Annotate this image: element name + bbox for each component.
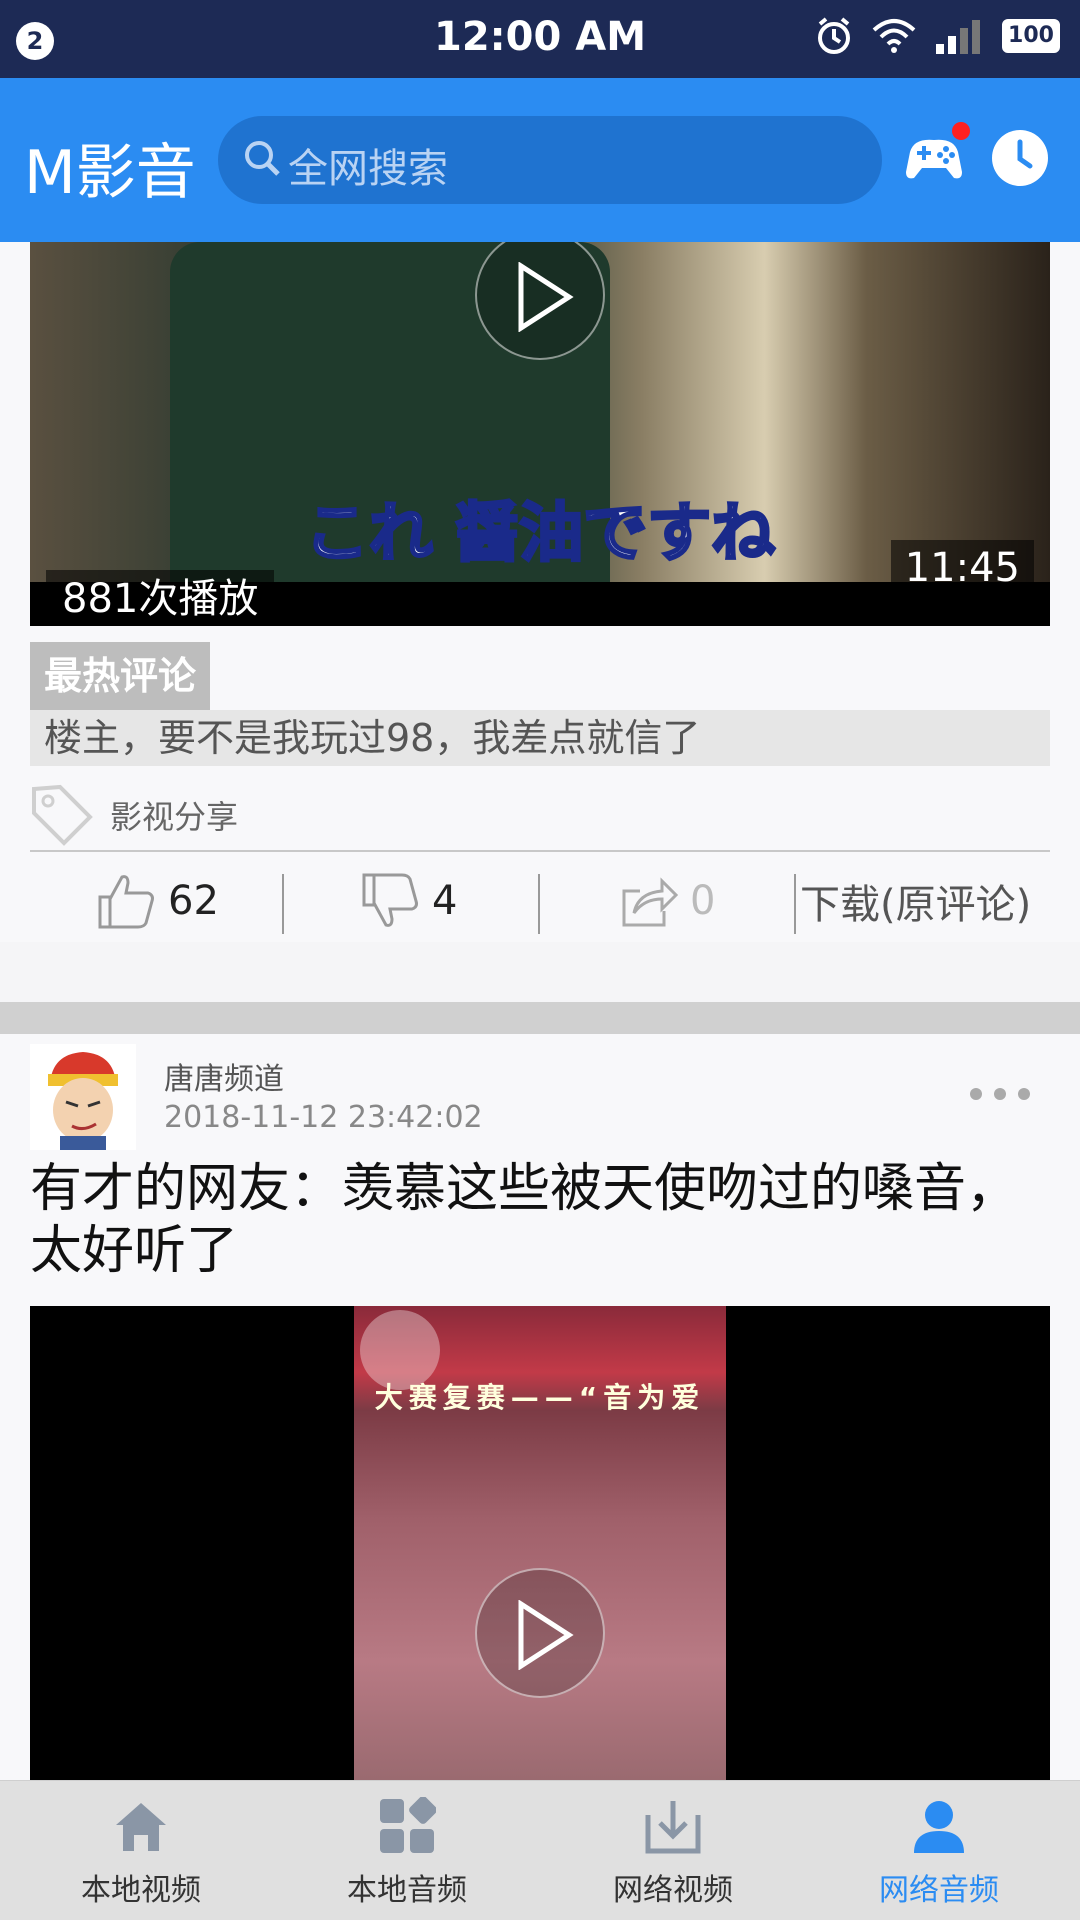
share-icon: [622, 877, 678, 927]
more-dot-icon: [970, 1088, 982, 1100]
tag-icon: [32, 784, 93, 846]
history-button[interactable]: [990, 128, 1050, 188]
thumbs-down-icon: [362, 873, 418, 927]
like-count: 62: [168, 878, 219, 924]
battery-indicator: 100: [1002, 19, 1060, 53]
search-input[interactable]: 全网搜索: [218, 116, 882, 204]
separator: [282, 874, 284, 934]
play-icon: [518, 1600, 574, 1670]
nav-local-audio[interactable]: 本地音频: [272, 1781, 542, 1920]
like-button[interactable]: 62: [96, 860, 219, 942]
thumbs-up-icon: [98, 875, 154, 929]
stage-scene: 大赛复赛——“音为爱: [354, 1306, 726, 1780]
nav-label: 本地视频: [81, 1873, 201, 1908]
search-icon: [245, 141, 280, 176]
hot-comment-text[interactable]: 楼主，要不是我玩过98，我差点就信了: [30, 710, 1050, 766]
share-button[interactable]: 0: [618, 860, 715, 942]
bottom-navigation: 本地视频 本地音频 网络视频 网络音频: [0, 1780, 1080, 1920]
video-thumbnail[interactable]: 大赛复赛——“音为爱: [30, 1306, 1050, 1780]
feed-card: これ 醤油ですね 881次播放 11:45 最热评论 楼主，要不是我玩过98，我…: [0, 242, 1080, 942]
app-header: M影音 全网搜索: [0, 78, 1080, 242]
category-tag[interactable]: 影视分享: [30, 780, 238, 850]
avatar-cartoon-icon: [30, 1044, 136, 1150]
hot-comment-label: 最热评论: [30, 642, 211, 710]
share-count: 0: [690, 878, 716, 924]
status-icons: 100: [814, 16, 1060, 56]
download-button[interactable]: 下载(原评论): [800, 872, 1031, 930]
user-icon: [914, 1801, 964, 1853]
app-title: M影音: [24, 138, 196, 208]
action-bar: 62 4 0 下载(原评论): [30, 860, 1050, 942]
play-icon: [518, 262, 574, 332]
dislike-button[interactable]: 4: [360, 860, 457, 942]
category-tag-label: 影视分享: [110, 798, 239, 836]
more-dot-icon: [994, 1088, 1006, 1100]
nav-label: 本地音频: [347, 1873, 467, 1908]
nav-label: 网络音频: [879, 1873, 999, 1908]
card-separator: [0, 1002, 1080, 1034]
dislike-count: 4: [432, 878, 458, 924]
video-thumbnail[interactable]: これ 醤油ですね 881次播放 11:45: [30, 242, 1050, 626]
feed-card: 唐唐频道 2018-11-12 23:42:02 有才的网友：羡慕这些被天使吻过…: [0, 1034, 1080, 1780]
alarm-icon: [818, 17, 850, 54]
download-icon: [645, 1801, 701, 1854]
video-duration: 11:45: [890, 540, 1034, 596]
apps-icon: [380, 1797, 436, 1853]
channel-name[interactable]: 唐唐频道: [164, 1054, 284, 1098]
search-placeholder: 全网搜索: [288, 146, 448, 192]
status-bar: 2 12:00 AM 100: [0, 0, 1080, 78]
new-badge-dot: [952, 122, 970, 140]
nav-online-audio[interactable]: 网络音频: [804, 1781, 1074, 1920]
nav-online-video[interactable]: 网络视频: [538, 1781, 808, 1920]
stage-banner-text: 大赛复赛——“音为爱: [374, 1381, 706, 1414]
more-dot-icon: [1018, 1088, 1030, 1100]
nav-local-video[interactable]: 本地视频: [6, 1781, 276, 1920]
more-options-button[interactable]: [970, 1088, 1030, 1100]
post-timestamp: 2018-11-12 23:42:02: [164, 1100, 483, 1135]
wifi-icon: [872, 19, 916, 53]
channel-avatar[interactable]: [30, 1044, 136, 1150]
separator: [538, 874, 540, 934]
play-button[interactable]: [475, 1568, 605, 1698]
clock-icon: [992, 130, 1048, 186]
divider: [30, 850, 1050, 852]
home-icon: [116, 1803, 166, 1851]
separator: [794, 874, 796, 934]
signal-icon: [936, 20, 980, 54]
game-center-button[interactable]: [900, 122, 970, 190]
post-title[interactable]: 有才的网友：羡慕这些被天使吻过的嗓音，太好听了: [30, 1158, 1050, 1282]
nav-label: 网络视频: [613, 1873, 733, 1908]
view-count: 881次播放: [46, 570, 275, 626]
